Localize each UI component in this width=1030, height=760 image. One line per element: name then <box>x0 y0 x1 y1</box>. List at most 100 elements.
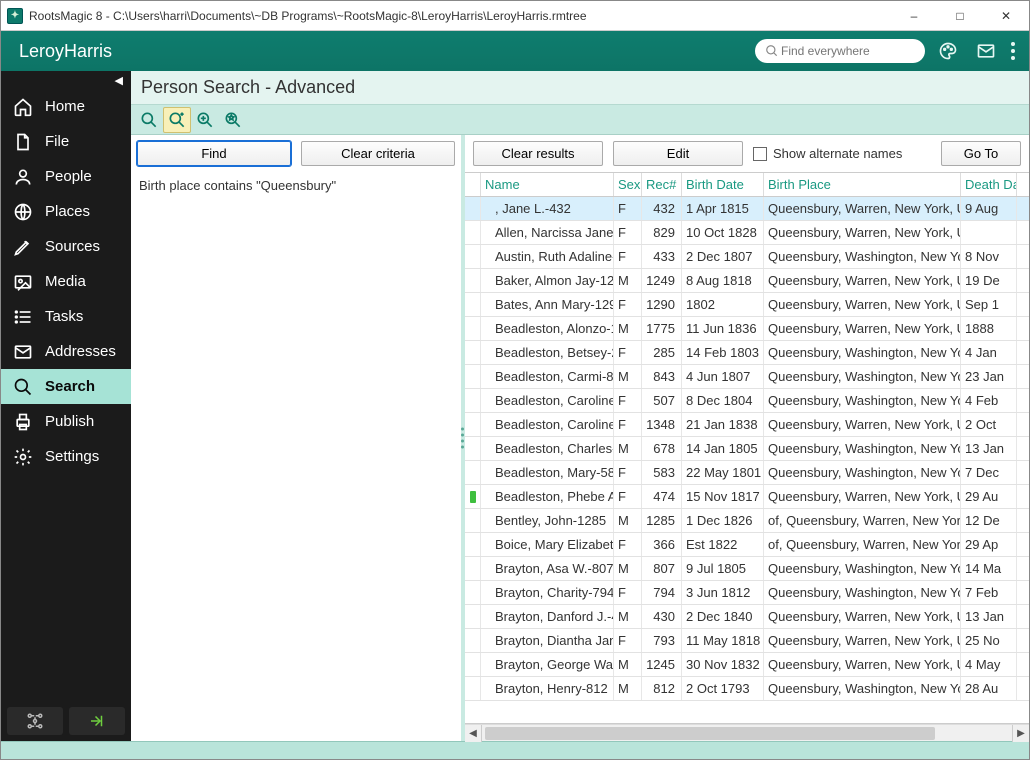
search-saved-button[interactable] <box>219 107 247 133</box>
minimize-button[interactable]: ‒ <box>891 1 937 30</box>
clear-criteria-button[interactable]: Clear criteria <box>301 141 455 166</box>
database-name: LeroyHarris <box>19 41 112 62</box>
table-row[interactable]: Brayton, Danford J.-430M4302 Dec 1840Que… <box>465 605 1029 629</box>
more-menu-button[interactable] <box>1009 38 1017 64</box>
cell-death-date: 4 Jan <box>961 341 1017 364</box>
table-row[interactable]: Austin, Ruth Adaline-433F4332 Dec 1807Qu… <box>465 245 1029 269</box>
results-grid[interactable]: Name Sex Rec# Birth Date Birth Place Dea… <box>465 172 1029 724</box>
sidebar-item-search[interactable]: Search <box>1 369 131 404</box>
edit-button[interactable]: Edit <box>613 141 743 166</box>
sidebar-item-settings[interactable]: Settings <box>1 439 131 474</box>
table-row[interactable]: Beadleston, Mary-583F58322 May 1801Queen… <box>465 461 1029 485</box>
row-marker <box>465 605 481 628</box>
sidebar-item-people[interactable]: People <box>1 159 131 194</box>
cell-rec: 1775 <box>642 317 682 340</box>
col-sex[interactable]: Sex <box>614 173 642 196</box>
cell-rec: 474 <box>642 485 682 508</box>
cell-name: Brayton, Henry-812 <box>481 677 614 700</box>
cell-name: Brayton, George Washington-1245 <box>481 653 614 676</box>
col-birth-date[interactable]: Birth Date <box>682 173 764 196</box>
maximize-button[interactable]: □ <box>937 1 983 30</box>
sidebar-item-label: People <box>45 168 92 185</box>
cell-sex: M <box>614 437 642 460</box>
messages-button[interactable] <box>971 36 1001 66</box>
table-row[interactable]: Beadleston, Carmi-843M8434 Jun 1807Queen… <box>465 365 1029 389</box>
table-row[interactable]: Beadleston, Phebe Ann-474F47415 Nov 1817… <box>465 485 1029 509</box>
clear-results-button[interactable]: Clear results <box>473 141 603 166</box>
cell-birth-place: Queensbury, Warren, New York, United Sta… <box>764 413 961 436</box>
cell-birth-place: Queensbury, Warren, New York, United Sta… <box>764 653 961 676</box>
table-row[interactable]: Beadleston, Caroline L.-1348F134821 Jan … <box>465 413 1029 437</box>
col-name[interactable]: Name <box>481 173 614 196</box>
table-row[interactable]: Beadleston, Caroline-507F5078 Dec 1804Qu… <box>465 389 1029 413</box>
alt-names-checkbox[interactable]: Show alternate names <box>753 146 902 161</box>
globe-icon <box>13 202 33 222</box>
sidebar-collapse-button[interactable]: ◀ <box>1 71 131 89</box>
col-birth-place[interactable]: Birth Place <box>764 173 961 196</box>
close-button[interactable]: ✕ <box>983 1 1029 30</box>
cell-birth-place: of, Queensbury, Warren, New York, United… <box>764 533 961 556</box>
table-row[interactable]: Brayton, Asa W.-807M8079 Jul 1805Queensb… <box>465 557 1029 581</box>
table-row[interactable]: Brayton, George Washington-1245M124530 N… <box>465 653 1029 677</box>
row-marker <box>465 437 481 460</box>
cell-birth-place: Queensbury, Warren, New York, United Sta… <box>764 269 961 292</box>
person-icon <box>13 167 33 187</box>
sidebar-item-publish[interactable]: Publish <box>1 404 131 439</box>
cell-name: Beadleston, Caroline-507 <box>481 389 614 412</box>
sync-button[interactable] <box>69 707 125 735</box>
cell-birth-place: of, Queensbury, Warren, New York, United… <box>764 509 961 532</box>
cell-sex: F <box>614 533 642 556</box>
cell-rec: 812 <box>642 677 682 700</box>
cell-name: Beadleston, Carmi-843 <box>481 365 614 388</box>
col-death-date[interactable]: Death Date <box>961 173 1017 196</box>
table-row[interactable]: Brayton, Charity-794F7943 Jun 1812Queens… <box>465 581 1029 605</box>
cell-death-date: 8 Nov <box>961 245 1017 268</box>
global-search[interactable] <box>755 39 925 63</box>
table-row[interactable]: Beadleston, Charles-678M67814 Jan 1805Qu… <box>465 437 1029 461</box>
table-row[interactable]: Boice, Mary Elizabeth-366F366Est 1822of,… <box>465 533 1029 557</box>
find-button[interactable]: Find <box>137 141 291 166</box>
cell-name: Beadleston, Alonzo-1775 <box>481 317 614 340</box>
image-icon <box>13 272 33 292</box>
global-search-input[interactable] <box>779 43 909 59</box>
table-row[interactable]: , Jane L.-432F4321 Apr 1815Queensbury, W… <box>465 197 1029 221</box>
cell-name: Brayton, Danford J.-430 <box>481 605 614 628</box>
search-toolbar <box>131 105 1029 135</box>
table-row[interactable]: Beadleston, Betsey-285F28514 Feb 1803Que… <box>465 341 1029 365</box>
table-row[interactable]: Brayton, Diantha Jane-793F79311 May 1818… <box>465 629 1029 653</box>
cell-sex: F <box>614 413 642 436</box>
horizontal-scrollbar[interactable]: ◀ ▶ <box>465 724 1029 741</box>
table-row[interactable]: Bates, Ann Mary-1290F12901802Queensbury,… <box>465 293 1029 317</box>
search-replace-button[interactable] <box>191 107 219 133</box>
cell-rec: 1245 <box>642 653 682 676</box>
sidebar-item-places[interactable]: Places <box>1 194 131 229</box>
search-advanced-button[interactable] <box>163 107 191 133</box>
theme-button[interactable] <box>933 36 963 66</box>
sidebar-item-tasks[interactable]: Tasks <box>1 299 131 334</box>
table-row[interactable]: Bentley, John-1285M12851 Dec 1826of, Que… <box>465 509 1029 533</box>
table-row[interactable]: Allen, Narcissa Jane-829F82910 Oct 1828Q… <box>465 221 1029 245</box>
tools-button[interactable] <box>7 707 63 735</box>
col-rec[interactable]: Rec# <box>642 173 682 196</box>
sidebar-item-media[interactable]: Media <box>1 264 131 299</box>
splitter-handle[interactable] <box>461 428 464 449</box>
goto-button[interactable]: Go To <box>941 141 1021 166</box>
scroll-thumb[interactable] <box>485 727 935 740</box>
cell-rec: 1285 <box>642 509 682 532</box>
grid-header[interactable]: Name Sex Rec# Birth Date Birth Place Dea… <box>465 173 1029 197</box>
sidebar-item-sources[interactable]: Sources <box>1 229 131 264</box>
search-simple-button[interactable] <box>135 107 163 133</box>
sidebar-item-home[interactable]: Home <box>1 89 131 124</box>
sidebar-item-file[interactable]: File <box>1 124 131 159</box>
cell-death-date: 13 Jan <box>961 437 1017 460</box>
scroll-right-button[interactable]: ▶ <box>1012 725 1029 742</box>
table-row[interactable]: Baker, Almon Jay-1249M12498 Aug 1818Quee… <box>465 269 1029 293</box>
table-row[interactable]: Brayton, Henry-812M8122 Oct 1793Queensbu… <box>465 677 1029 701</box>
table-row[interactable]: Beadleston, Alonzo-1775M177511 Jun 1836Q… <box>465 317 1029 341</box>
row-marker <box>465 557 481 580</box>
scroll-left-button[interactable]: ◀ <box>465 725 482 742</box>
sidebar-item-addresses[interactable]: Addresses <box>1 334 131 369</box>
cell-birth-place: Queensbury, Washington, New York, United… <box>764 437 961 460</box>
cell-birth-date: 4 Jun 1807 <box>682 365 764 388</box>
magnifier-plus-icon <box>167 110 187 130</box>
